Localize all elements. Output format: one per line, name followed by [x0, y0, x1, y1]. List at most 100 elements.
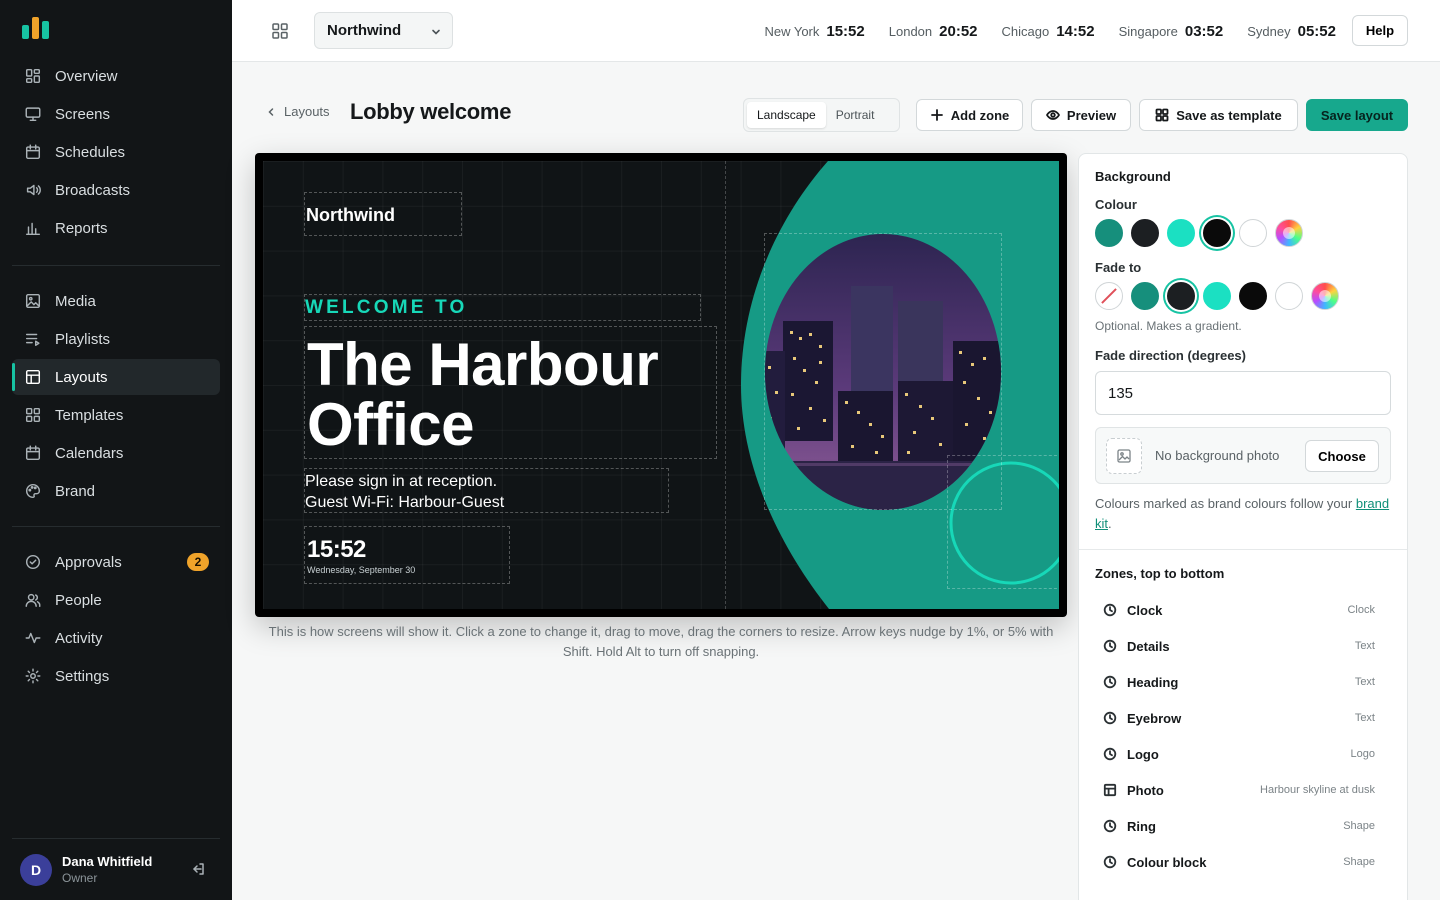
- details-zone[interactable]: Please sign in at reception. Guest Wi-Fi…: [304, 468, 669, 513]
- colour-swatch[interactable]: [1131, 219, 1159, 247]
- sidebar-item-broadcasts[interactable]: Broadcasts: [12, 172, 220, 208]
- sidebar-item-playlists[interactable]: Playlists: [12, 321, 220, 357]
- fade-swatch[interactable]: [1203, 282, 1231, 310]
- logout-icon[interactable]: [190, 861, 206, 877]
- fade-custom-swatch[interactable]: [1311, 282, 1339, 310]
- sidebar-item-reports[interactable]: Reports: [12, 210, 220, 246]
- zone-type: Text: [1354, 712, 1375, 724]
- fade-swatch[interactable]: [1131, 282, 1159, 310]
- add-zone-button[interactable]: Add zone: [916, 99, 1023, 131]
- colour-swatch[interactable]: [1095, 219, 1123, 247]
- zone-row-eyebrow[interactable]: Eyebrow Text: [1095, 700, 1391, 736]
- sidebar-item-templates[interactable]: Templates: [12, 397, 220, 433]
- heading-zone[interactable]: The Harbour Office: [304, 326, 717, 459]
- fade-direction-input[interactable]: 135: [1095, 371, 1391, 415]
- playlist-icon: [25, 333, 40, 347]
- organization-name: Northwind: [327, 22, 402, 39]
- fade-to-label: Fade to: [1095, 260, 1142, 275]
- fade-direction-label: Fade direction (degrees): [1095, 348, 1246, 363]
- sidebar-item-screens[interactable]: Screens: [12, 96, 220, 132]
- clock-zone[interactable]: 15:52 Wednesday, September 30: [304, 526, 510, 584]
- people-icon: [25, 593, 41, 608]
- zone-name: Photo: [1127, 782, 1164, 798]
- save-as-template-label: Save as template: [1176, 107, 1282, 123]
- preview-button[interactable]: Preview: [1031, 99, 1131, 131]
- zone-row-logo[interactable]: Logo Logo: [1095, 736, 1391, 772]
- bar-chart-icon: [25, 222, 41, 236]
- sidebar-item-label: Templates: [55, 406, 124, 424]
- clock-icon: [1103, 639, 1117, 653]
- brand-note-text: Colours marked as brand colours follow y…: [1095, 496, 1353, 511]
- fade-swatch[interactable]: [1239, 282, 1267, 310]
- colour-swatch[interactable]: [1167, 219, 1195, 247]
- sidebar-item-media[interactable]: Media: [12, 283, 220, 319]
- fade-hint: Optional. Makes a gradient.: [1095, 319, 1242, 333]
- organization-select[interactable]: Northwind: [314, 12, 453, 49]
- colour-swatch[interactable]: [1239, 219, 1267, 247]
- templates-icon: [1155, 108, 1169, 122]
- sidebar-item-settings[interactable]: Settings: [12, 658, 220, 694]
- sidebar-item-label: Activity: [55, 629, 103, 647]
- sidebar-item-brand[interactable]: Brand: [12, 473, 220, 509]
- save-layout-button[interactable]: Save layout: [1306, 99, 1408, 131]
- clock-icon: [1103, 711, 1117, 725]
- clock-city: Sydney: [1247, 23, 1291, 39]
- zone-row-details[interactable]: Details Text: [1095, 628, 1391, 664]
- clock-city: Singapore: [1118, 23, 1178, 39]
- logo-zone[interactable]: Northwind: [304, 192, 462, 236]
- sidebar-item-label: Calendars: [55, 444, 124, 462]
- avatar: D: [20, 853, 52, 886]
- layout-canvas[interactable]: Northwind WELCOME TO The Harbour Office …: [263, 161, 1059, 609]
- user-profile[interactable]: D Dana Whitfield Owner: [12, 838, 220, 900]
- sidebar-item-layouts[interactable]: Layouts: [12, 359, 220, 395]
- background-section-title: Background: [1095, 169, 1171, 184]
- zone-row-heading[interactable]: Heading Text: [1095, 664, 1391, 700]
- zone-name: Logo: [1127, 746, 1159, 762]
- sidebar-item-activity[interactable]: Activity: [12, 620, 220, 656]
- colour-swatches: [1095, 219, 1391, 247]
- clock-time: 03:52: [1184, 22, 1224, 40]
- sidebar-item-people[interactable]: People: [12, 582, 220, 618]
- templates-icon: [25, 407, 41, 423]
- app-switcher-icon[interactable]: [270, 21, 290, 41]
- orientation-landscape[interactable]: Landscape: [747, 102, 826, 128]
- sidebar-item-schedules[interactable]: Schedules: [12, 134, 220, 170]
- orientation-portrait[interactable]: Portrait: [826, 102, 885, 128]
- nav-divider: [12, 265, 220, 266]
- clock-sydney: Sydney 05:52: [1247, 23, 1336, 40]
- help-button[interactable]: Help: [1352, 15, 1408, 46]
- fade-none-swatch[interactable]: [1095, 282, 1123, 310]
- sidebar-item-approvals[interactable]: Approvals 2: [12, 544, 220, 580]
- zone-row-photo[interactable]: Photo Harbour skyline at dusk: [1095, 772, 1391, 808]
- save-as-template-button[interactable]: Save as template: [1139, 99, 1298, 131]
- layout-icon: [1103, 783, 1117, 797]
- zone-type: Text: [1354, 676, 1375, 688]
- breadcrumb-layouts[interactable]: Layouts: [284, 104, 330, 119]
- zone-row-colour-block[interactable]: Colour block Shape: [1095, 844, 1391, 880]
- activity-icon: [25, 632, 41, 644]
- colour-custom-swatch[interactable]: [1275, 219, 1303, 247]
- calendar-icon: [25, 144, 41, 160]
- zone-name: Heading: [1127, 674, 1179, 690]
- zone-row-clock[interactable]: Clock Clock: [1095, 592, 1391, 628]
- clock-london: London 20:52: [889, 23, 978, 40]
- ring-zone[interactable]: [947, 455, 1059, 589]
- eyebrow-zone[interactable]: WELCOME TO: [304, 294, 701, 321]
- app-logo[interactable]: [22, 17, 50, 39]
- zone-type: Logo: [1350, 748, 1375, 760]
- sidebar-item-calendars[interactable]: Calendars: [12, 435, 220, 471]
- check-circle-icon: [25, 554, 41, 570]
- breadcrumb[interactable]: Layouts: [266, 104, 330, 119]
- fade-swatch[interactable]: [1167, 282, 1195, 310]
- fade-swatch[interactable]: [1275, 282, 1303, 310]
- colour-swatch[interactable]: [1203, 219, 1231, 247]
- zone-row-ring[interactable]: Ring Shape: [1095, 808, 1391, 844]
- choose-photo-button[interactable]: Choose: [1305, 440, 1379, 472]
- nav-divider: [12, 526, 220, 527]
- heading-line-2: Office: [307, 391, 475, 458]
- colour-label: Colour: [1095, 197, 1137, 212]
- sidebar-item-overview[interactable]: Overview: [12, 58, 220, 94]
- clock-icon: [1103, 747, 1117, 761]
- sidebar-item-label: Overview: [55, 67, 118, 85]
- calendar-icon: [25, 445, 41, 461]
